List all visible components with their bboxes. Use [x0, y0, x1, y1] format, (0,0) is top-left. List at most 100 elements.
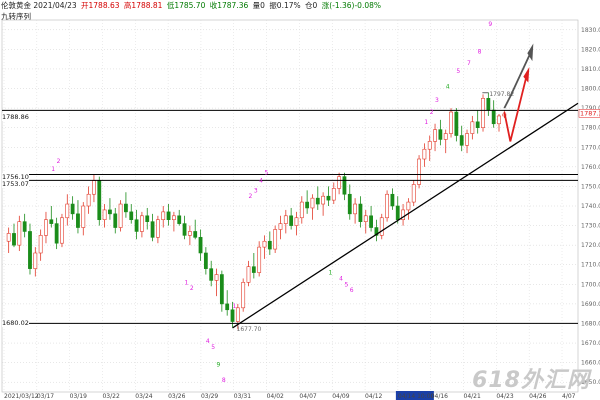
candle-body	[289, 215, 294, 226]
candle-body	[326, 195, 331, 201]
x-date-label: 2021/03/12	[4, 393, 39, 400]
td-count-mark: 1	[51, 166, 55, 173]
td-count-mark: 3	[435, 97, 439, 104]
candle-body	[38, 235, 43, 254]
td-count-mark: 5	[211, 344, 215, 351]
candle-body	[225, 303, 230, 311]
candle-body	[113, 213, 118, 228]
candle-body	[17, 221, 22, 246]
candlesticks	[6, 92, 507, 330]
candle-body	[262, 240, 267, 248]
x-date-label: 04/26	[529, 393, 546, 400]
x-date-label: 04/23	[496, 393, 513, 400]
candle-body	[171, 215, 176, 221]
candle-body	[369, 215, 373, 228]
candle-body	[449, 111, 453, 134]
candle-body	[267, 240, 272, 250]
candle-body	[70, 203, 75, 215]
level-label-resistance: 1788.86	[2, 113, 29, 121]
candle-body	[454, 111, 459, 136]
candle-body	[6, 233, 11, 242]
candle-body	[33, 252, 38, 269]
candle-body	[385, 193, 389, 219]
y-tick-label: 1760.00	[581, 164, 600, 171]
candle-body	[219, 274, 224, 305]
candle-body	[273, 229, 278, 250]
x-date-label: 04/16	[431, 393, 448, 400]
td-count-mark: 2	[190, 285, 194, 292]
candle-body	[315, 197, 320, 205]
y-tick-label: 1740.00	[581, 203, 600, 210]
candle-body	[177, 215, 182, 224]
candle-body	[310, 197, 315, 209]
x-date-label: 04/02	[267, 393, 284, 400]
candle-body	[395, 205, 400, 221]
candle-body	[108, 209, 112, 215]
x-date-label: 03/26	[168, 393, 185, 400]
td-count-mark: 1	[328, 270, 332, 277]
td-count-mark: 9	[217, 362, 221, 369]
x-date-label: 03/19	[70, 393, 87, 400]
candle-body	[203, 252, 208, 269]
y-tick-label: 1820.00	[581, 46, 600, 53]
candle-body	[86, 193, 91, 207]
candle-body	[76, 213, 80, 228]
candle-body	[427, 141, 432, 150]
candle-body	[491, 109, 496, 125]
td-count-mark: 4	[206, 338, 210, 345]
candle-body	[60, 217, 64, 244]
candle-body	[294, 217, 299, 226]
candle-body	[102, 209, 107, 221]
candle-body	[411, 184, 416, 203]
y-tick-label: 1700.00	[581, 281, 600, 288]
level-label-mid-b: 1753.07	[2, 180, 29, 188]
level-label-support: 1680.02	[2, 319, 29, 327]
candle-body	[251, 266, 256, 273]
trendline-group: 1677.701797.82	[232, 91, 579, 333]
candle-body	[305, 201, 310, 209]
y-tick-label: 1720.00	[581, 242, 600, 249]
candle-body	[299, 201, 304, 219]
y-tick-label: 1690.00	[581, 301, 600, 308]
x-date-label: 4/07	[562, 393, 576, 400]
candle-body	[486, 98, 491, 111]
candle-body	[246, 266, 251, 283]
candle-body	[433, 129, 437, 142]
candle-body	[134, 219, 139, 232]
x-date-label: 04/09	[332, 393, 349, 400]
candle-body	[337, 176, 342, 189]
td-count-mark: 2	[249, 193, 253, 200]
x-date-label: 03/31	[234, 393, 251, 400]
candle-body	[92, 180, 96, 195]
candle-body	[81, 205, 86, 228]
candle-body	[257, 246, 262, 273]
candle-body	[470, 121, 475, 134]
candle-body	[97, 180, 102, 221]
y-tick-label: 1800.00	[581, 86, 600, 93]
td-count-mark: 4	[339, 275, 343, 282]
td-count-mark: 5	[344, 281, 348, 288]
td-count-mark: 8	[222, 377, 226, 384]
candle-body	[49, 219, 54, 224]
td-count-mark: 2	[430, 109, 434, 116]
x-date-label: 03/24	[135, 393, 152, 400]
y-tick-label: 1710.00	[581, 262, 600, 269]
candle-body	[241, 282, 246, 309]
td-count-mark: 1	[233, 303, 237, 310]
td-count-mark: 3	[254, 187, 258, 194]
x-date-label: 04/21	[464, 393, 481, 400]
td-count-mark: 1	[185, 279, 189, 286]
y-tick-label: 1830.00	[581, 27, 600, 34]
y-tick-label: 1780.00	[581, 125, 600, 132]
candle-body	[465, 133, 469, 146]
td-count-mark: 5	[264, 170, 268, 177]
x-date-label: 04/14 10:00	[398, 393, 435, 400]
price-chart[interactable]: 1677.701797.82 1212459812345145612345789…	[0, 0, 600, 400]
td-count-mark: 1	[424, 119, 428, 126]
y-tick-label: 1810.00	[581, 66, 600, 73]
candle-body	[459, 135, 464, 146]
x-date-label: 04/07	[299, 393, 316, 400]
candle-body	[182, 223, 187, 236]
projection-arrow-grey	[503, 52, 532, 109]
candle-body	[65, 203, 70, 219]
